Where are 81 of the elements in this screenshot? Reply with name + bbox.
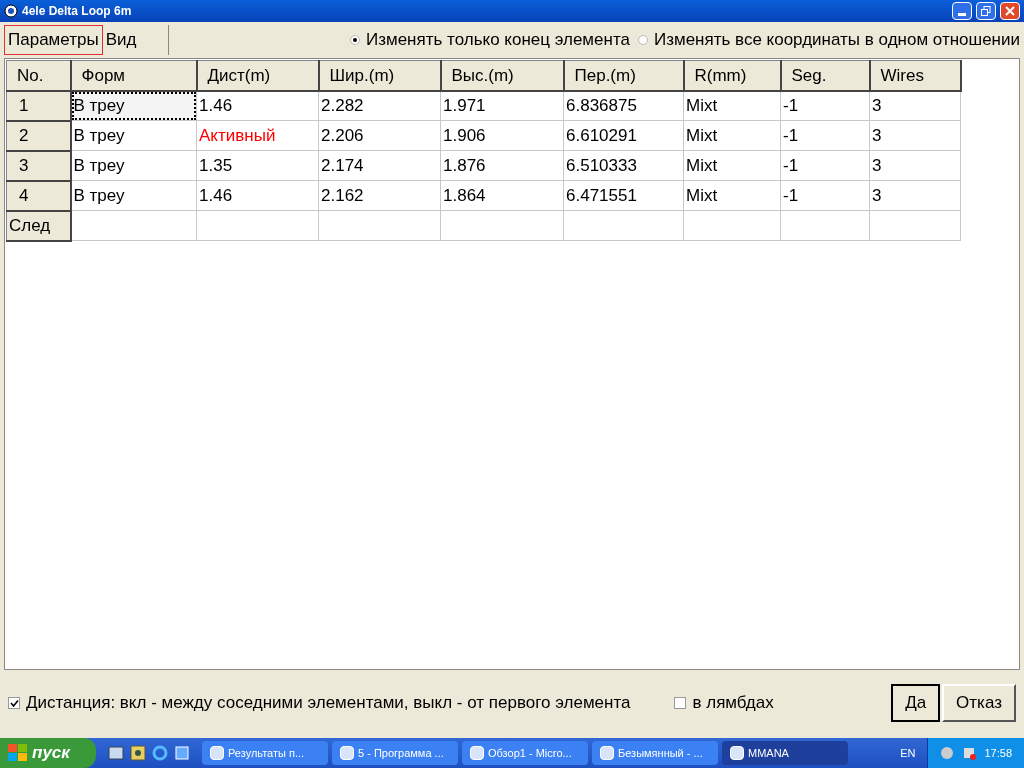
- column-header: Seg.: [780, 60, 870, 91]
- table-cell: 6.610291: [563, 120, 684, 151]
- table-cell: 2.206: [318, 120, 441, 151]
- table-cell: В треу: [70, 120, 197, 151]
- table-cell: 3: [869, 150, 961, 181]
- table-cell: Mixt: [683, 150, 781, 181]
- table-cell: 1.971: [440, 90, 564, 121]
- start-label: пуск: [32, 742, 70, 765]
- row-header: 4: [6, 180, 71, 211]
- taskbar-button[interactable]: Безымянный - ...: [592, 741, 718, 765]
- column-header: Выс.(m): [440, 60, 564, 91]
- table-cell: 1.876: [440, 150, 564, 181]
- column-header: Форм: [70, 60, 197, 91]
- windows-logo-icon: [8, 744, 28, 762]
- table-cell: 3: [869, 180, 961, 211]
- table-cell: Mixt: [683, 90, 781, 121]
- table-cell: -1: [780, 90, 870, 121]
- table-cell: В треу: [70, 180, 197, 211]
- desktop-icon[interactable]: [108, 745, 124, 761]
- window-icon: [730, 746, 744, 760]
- column-header: Wires: [869, 60, 961, 91]
- app-icon: [4, 4, 18, 18]
- checkbox[interactable]: [8, 697, 20, 709]
- table-cell: 6.510333: [563, 150, 684, 181]
- minimize-icon: [958, 13, 966, 16]
- minimize-button[interactable]: [952, 2, 972, 20]
- row-header: 3: [6, 150, 71, 181]
- close-icon: [1005, 6, 1015, 16]
- dialog-button[interactable]: Да: [891, 684, 941, 722]
- radio-button[interactable]: [349, 35, 360, 45]
- dialog-button[interactable]: Отказ: [942, 684, 1016, 722]
- start-button[interactable]: пуск: [0, 738, 96, 768]
- column-header: Шир.(m): [318, 60, 441, 91]
- taskbar-button[interactable]: MMANA: [722, 741, 848, 765]
- checkbox-label: Дистанция: вкл - между соседними элементами, выкл - от первого элемента: [26, 692, 631, 715]
- language-indicator[interactable]: EN: [888, 744, 928, 762]
- table-cell: 3: [869, 120, 961, 151]
- tab[interactable]: Параметры: [4, 25, 103, 55]
- column-header: Дист(m): [196, 60, 319, 91]
- taskbar-button[interactable]: Результаты п...: [202, 741, 328, 765]
- clock: 17:58: [984, 745, 1012, 761]
- table-cell: 2.174: [318, 150, 441, 181]
- table-cell: 6.471551: [563, 180, 684, 211]
- table-cell: В треу: [70, 90, 197, 121]
- row-header: След: [6, 210, 71, 241]
- table-cell: Mixt: [683, 180, 781, 211]
- table-cell: Активный: [196, 120, 319, 151]
- table-cell: 2.282: [318, 90, 441, 121]
- close-button[interactable]: [1000, 2, 1020, 20]
- table-cell: В треу: [70, 150, 197, 181]
- table-cell: 6.836875: [563, 90, 684, 121]
- table-cell: 1.46: [196, 90, 319, 121]
- table-cell: -1: [780, 120, 870, 151]
- window-icon: [210, 746, 224, 760]
- checkbox-label: в лямбдах: [692, 692, 774, 715]
- taskbar-button[interactable]: 5 - Программа ...: [332, 741, 458, 765]
- radio-label: Изменять все координаты в одном отношении: [653, 29, 1020, 52]
- row-header: 1: [6, 90, 71, 121]
- column-header: No.: [6, 60, 71, 91]
- table-cell: 1.46: [196, 180, 319, 211]
- restore-button[interactable]: [976, 2, 996, 20]
- table-cell: -1: [780, 150, 870, 181]
- radio-button[interactable]: [637, 35, 648, 45]
- row-header: 2: [6, 120, 71, 151]
- table-cell: 2.162: [318, 180, 441, 211]
- window-icon: [600, 746, 614, 760]
- radio-label: Изменять только конец элемента: [365, 29, 630, 52]
- table-cell: 1.35: [196, 150, 319, 181]
- checkbox[interactable]: [674, 697, 687, 709]
- restore-icon: [981, 6, 991, 16]
- window-icon: [340, 746, 354, 760]
- table-cell: 3: [869, 90, 961, 121]
- column-header: R(mm): [683, 60, 781, 91]
- table-cell: Mixt: [683, 120, 781, 151]
- table-cell: 1.864: [440, 180, 564, 211]
- table-cell: 1.906: [440, 120, 564, 151]
- window-icon: [470, 746, 484, 760]
- window-title: 4ele Delta Loop 6m: [22, 3, 132, 20]
- column-header: Пер.(m): [563, 60, 684, 91]
- taskbar-button[interactable]: Обзор1 - Micro...: [462, 741, 588, 765]
- table-cell: -1: [780, 180, 870, 211]
